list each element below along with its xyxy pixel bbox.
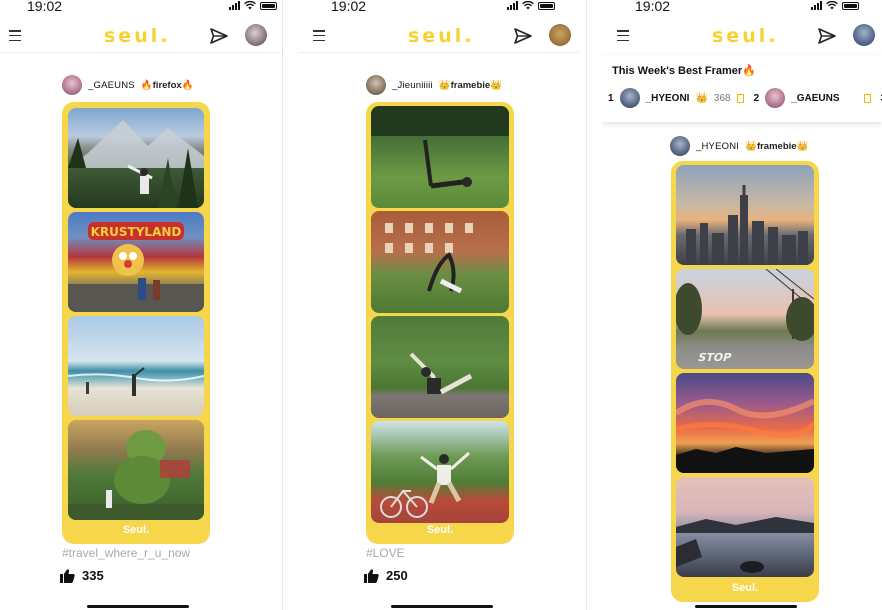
svg-text:KRUSTYLAND: KRUSTYLAND (91, 225, 182, 239)
screen-divider (586, 0, 587, 610)
rank-avatar[interactable] (765, 88, 786, 108)
photo-sunset-sky (676, 373, 814, 473)
menu-icon[interactable] (313, 30, 325, 41)
post-username[interactable]: _GAEUNS (88, 80, 135, 91)
post-user-row[interactable]: _HYEONI 👑framebie👑 (670, 136, 808, 156)
status-icons (811, 1, 859, 10)
app-logo: seul. (408, 25, 475, 47)
status-icons (229, 1, 277, 10)
status-icons (507, 1, 555, 10)
status-bar: 19:02 (298, 0, 580, 14)
menu-icon[interactable] (617, 30, 629, 41)
user-avatar[interactable] (670, 136, 690, 156)
frame-label: Seul. (426, 524, 454, 536)
photo-building-lawn (371, 211, 509, 313)
battery-icon (538, 1, 555, 10)
top-bar: seul. (602, 22, 882, 52)
screen-feed-3: 19:02 seul. This Week's Best Framer🔥 1 _… (602, 0, 882, 610)
status-time: 19:02 (635, 0, 671, 14)
post-caption[interactable]: #travel_where_r_u_now (62, 546, 190, 560)
frame-label: Seul. (122, 524, 150, 536)
app-logo: seul. (104, 25, 171, 47)
photo-mountain (68, 108, 204, 208)
photo-park-legs-up (371, 106, 509, 208)
crown-icon: 👑 (695, 92, 708, 104)
divider (0, 52, 281, 53)
photo-frame[interactable]: Seul. (366, 102, 514, 544)
wifi-icon (522, 1, 534, 10)
screen-feed-1: 19:02 seul. _GAEUNS 🔥firefox🔥 KRUSTYLAND… (0, 0, 281, 610)
photo-frame[interactable]: STOP Seul. (671, 161, 819, 602)
menu-icon[interactable] (9, 30, 21, 41)
status-bar: 19:02 (0, 0, 281, 14)
like-icon[interactable] (60, 568, 75, 583)
status-bar: 19:02 (602, 0, 882, 14)
like-count: 335 (82, 568, 104, 583)
rank-number: 2 (753, 92, 760, 104)
screen-feed-2: 19:02 seul. _Jieuniiiii 👑framebie👑 Seul.… (298, 0, 580, 610)
rank-number: 1 (608, 92, 614, 104)
user-avatar[interactable] (62, 75, 82, 95)
photo-krustyland: KRUSTYLAND (68, 212, 204, 312)
user-badge: 👑framebie👑 (438, 79, 503, 91)
profile-avatar[interactable] (245, 24, 267, 46)
svg-text:STOP: STOP (697, 351, 733, 364)
rank-avatar[interactable] (619, 88, 640, 108)
battery-icon (842, 1, 859, 10)
top-bar: seul. (298, 22, 580, 52)
like-icon[interactable] (364, 568, 379, 583)
best-framer-panel: This Week's Best Framer🔥 1 _HYEONI 👑 368… (602, 55, 882, 122)
rank-username[interactable]: _GAEUNS (791, 93, 839, 104)
top-bar: seul. (0, 22, 281, 52)
rank-username[interactable]: _HYEONI (646, 93, 690, 104)
user-badge: 🔥firefox🔥 (140, 79, 194, 91)
like-row[interactable]: 335 (60, 568, 104, 583)
photo-garden (68, 420, 204, 520)
best-framer-ranking: 1 _HYEONI 👑 368 2 _GAEUNS 3 (608, 88, 882, 108)
post-user-row[interactable]: _GAEUNS 🔥firefox🔥 (62, 75, 194, 95)
status-time: 19:02 (331, 0, 367, 14)
profile-avatar[interactable] (853, 24, 875, 46)
rank-score: 368 (713, 92, 731, 104)
photo-hedge-jump (371, 316, 509, 418)
frame-icon (863, 93, 871, 103)
like-row[interactable]: 250 (364, 568, 408, 583)
photo-stop-road: STOP (676, 269, 814, 369)
divider (298, 52, 580, 53)
photo-city-skyline (676, 165, 814, 265)
signal-icon (229, 1, 240, 10)
status-time: 19:02 (27, 0, 63, 14)
best-framer-title: This Week's Best Framer🔥 (612, 65, 756, 77)
send-icon[interactable] (514, 28, 532, 44)
like-count: 250 (386, 568, 408, 583)
user-avatar[interactable] (366, 75, 386, 95)
photo-beach (68, 316, 204, 416)
frame-label: Seul. (731, 582, 759, 594)
wifi-icon (826, 1, 838, 10)
app-logo: seul. (712, 25, 779, 47)
battery-icon (260, 1, 277, 10)
post-username[interactable]: _HYEONI (696, 141, 739, 152)
signal-icon (507, 1, 518, 10)
photo-lake (676, 477, 814, 577)
send-icon[interactable] (818, 28, 836, 44)
wifi-icon (244, 1, 256, 10)
screen-divider (282, 0, 283, 610)
post-username[interactable]: _Jieuniiiii (392, 80, 433, 91)
post-caption[interactable]: #LOVE (366, 546, 405, 560)
profile-avatar[interactable] (549, 24, 571, 46)
frame-icon (736, 93, 744, 103)
home-indicator (391, 605, 493, 608)
user-badge: 👑framebie👑 (745, 140, 809, 152)
signal-icon (811, 1, 822, 10)
post-user-row[interactable]: _Jieuniiiii 👑framebie👑 (366, 75, 502, 95)
photo-frame[interactable]: KRUSTYLAND Seul. (62, 102, 210, 544)
home-indicator (87, 605, 189, 608)
send-icon[interactable] (210, 28, 228, 44)
home-indicator (695, 605, 797, 608)
photo-bicycle (371, 421, 509, 523)
app-canvas: 19:02 seul. _GAEUNS 🔥firefox🔥 KRUSTYLAND… (0, 0, 882, 610)
